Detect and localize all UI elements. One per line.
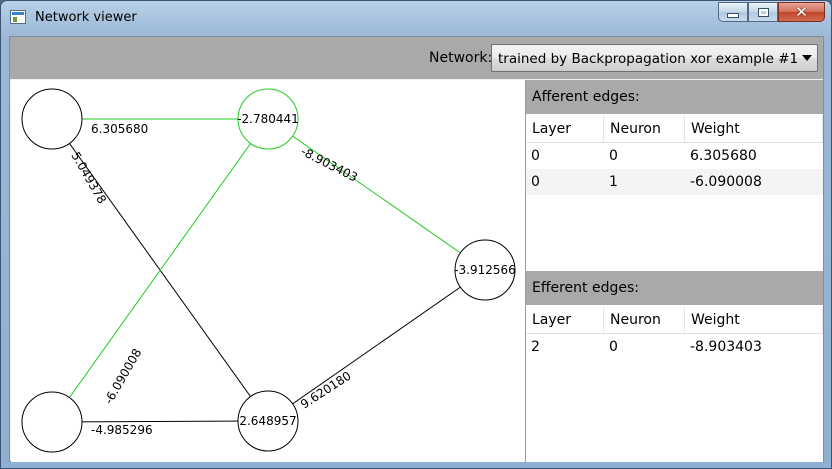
neuron-bias-label: 2.648957 (239, 414, 296, 428)
efferent-table-header: Layer Neuron Weight (526, 307, 823, 334)
table-row[interactable]: 0 1 -6.090008 (526, 169, 823, 195)
chevron-down-icon (802, 55, 812, 61)
edge-weight-label: -6.090008 (101, 346, 144, 406)
efferent-edges-header: Efferent edges: (526, 271, 823, 305)
cell-weight: 6.305680 (690, 148, 757, 164)
app-window-icon (10, 10, 26, 24)
minimize-icon (727, 13, 739, 18)
edge-weight-label: -4.985296 (91, 423, 153, 437)
cell-neuron: 1 (609, 174, 618, 190)
cell-layer: 0 (531, 148, 540, 164)
column-header-layer[interactable]: Layer (526, 116, 604, 142)
cell-weight: -8.903403 (690, 339, 762, 355)
network-select-value: trained by Backpropagation xor example #… (498, 51, 799, 67)
edge-details-panel: Afferent edges: Layer Neuron Weight 0 0 … (525, 80, 823, 462)
afferent-table-header: Layer Neuron Weight (526, 116, 823, 143)
table-row[interactable]: 2 0 -8.903403 (526, 334, 823, 360)
neuron-node-in0[interactable] (21, 88, 83, 150)
neuron-bias-label: -3.912566 (454, 263, 516, 277)
edge-weight-label: -8.903403 (299, 144, 360, 184)
neuron-node-in1[interactable] (21, 391, 83, 453)
column-header-neuron[interactable]: Neuron (604, 116, 685, 142)
cell-layer: 2 (531, 339, 540, 355)
cell-weight: -6.090008 (690, 174, 762, 190)
table-row[interactable]: 0 0 6.305680 (526, 143, 823, 169)
network-canvas[interactable]: -2.780441 2.648957 -3.912566 6.305680 5.0493… (11, 80, 525, 462)
window-title: Network viewer (35, 10, 137, 25)
network-viewer-window: Network viewer ✕ Network: trained by Bac… (0, 0, 832, 469)
cell-neuron: 0 (609, 339, 618, 355)
edge-weight-label: 5.049378 (68, 150, 109, 207)
cell-layer: 0 (531, 174, 540, 190)
network-toolbar: Network: trained by Backpropagation xor … (10, 37, 823, 79)
minimize-button[interactable] (718, 2, 748, 22)
neuron-bias-label: -2.780441 (237, 112, 299, 126)
edge-weight-label: 9.620180 (298, 369, 354, 412)
afferent-edges-table[interactable]: Layer Neuron Weight 0 0 6.305680 0 1 -6.… (526, 116, 823, 195)
cell-neuron: 0 (609, 148, 618, 164)
edge-in1-h1[interactable] (51, 420, 269, 423)
client-area: Network: trained by Backpropagation xor … (9, 36, 824, 462)
title-bar[interactable]: Network viewer ✕ (1, 1, 831, 35)
maximize-button[interactable] (748, 2, 778, 22)
edge-weight-label: 6.305680 (91, 122, 148, 136)
network-graph: -2.780441 2.648957 -3.912566 6.305680 5.0493… (21, 88, 516, 453)
column-header-weight[interactable]: Weight (685, 307, 823, 333)
window-controls: ✕ (718, 2, 825, 23)
column-header-neuron[interactable]: Neuron (604, 307, 685, 333)
close-button[interactable]: ✕ (778, 2, 825, 22)
edge-h0-out0[interactable] (267, 118, 486, 271)
close-icon: ✕ (795, 3, 808, 21)
efferent-edges-table[interactable]: Layer Neuron Weight 2 0 -8.903403 (526, 307, 823, 360)
network-select[interactable]: trained by Backpropagation xor example #… (491, 44, 818, 72)
column-header-layer[interactable]: Layer (526, 307, 604, 333)
network-label: Network: (429, 50, 493, 66)
afferent-edges-header: Afferent edges: (526, 80, 823, 114)
column-header-weight[interactable]: Weight (685, 116, 823, 142)
maximize-icon (757, 7, 769, 17)
